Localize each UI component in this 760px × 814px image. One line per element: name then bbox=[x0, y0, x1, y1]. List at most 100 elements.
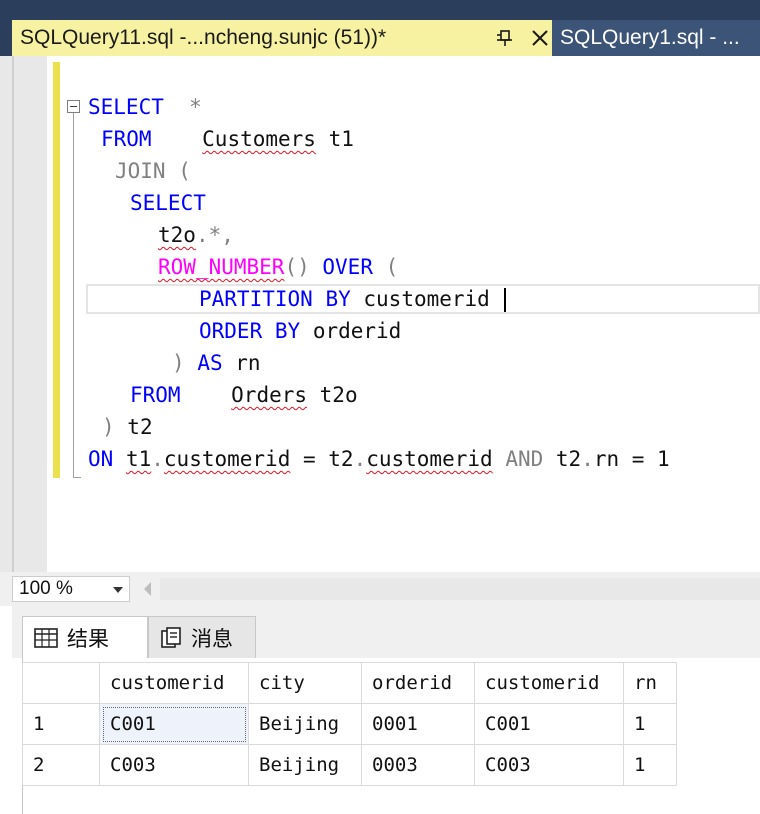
tab-messages[interactable]: 消息 bbox=[148, 616, 256, 658]
code-token: OVER bbox=[322, 255, 373, 279]
code-token: t2 bbox=[114, 415, 153, 439]
code-line-8: ORDER BY orderid bbox=[199, 315, 401, 347]
header-row: customerid city orderid customerid rn bbox=[22, 662, 677, 704]
code-token: t2 bbox=[543, 447, 582, 471]
grid-cell[interactable]: Beijing bbox=[248, 703, 362, 745]
code-token: () bbox=[284, 255, 310, 279]
column-header[interactable]: rn bbox=[623, 662, 677, 704]
code-token: JOIN bbox=[115, 159, 166, 183]
code-line-4: SELECT bbox=[130, 187, 206, 219]
code-token: AS bbox=[197, 351, 223, 375]
code-token: customerid bbox=[350, 287, 503, 311]
results-grid[interactable]: customerid city orderid customerid rn 1 … bbox=[12, 658, 760, 814]
code-token: Orders bbox=[231, 383, 308, 407]
table-row: 2 C003 Beijing 0003 C003 1 bbox=[22, 744, 677, 786]
column-header[interactable]: city bbox=[248, 662, 362, 704]
code-token: . bbox=[353, 447, 367, 471]
code-token: ORDER bbox=[199, 319, 263, 343]
code-token: PARTITION bbox=[199, 287, 313, 311]
chevron-down-icon bbox=[113, 587, 123, 593]
tab-results-label: 结果 bbox=[67, 626, 109, 651]
code-token: AND bbox=[505, 447, 544, 471]
tab-title: SQLQuery11.sql -...ncheng.sunjc (51))* bbox=[20, 26, 387, 49]
horizontal-scrollbar[interactable] bbox=[160, 578, 760, 600]
code-token: customerid bbox=[163, 447, 291, 471]
code-line-12: ON t1.customerid = t2.customerid AND t2.… bbox=[88, 443, 670, 475]
column-header[interactable]: customerid bbox=[99, 662, 249, 704]
code-token: ( bbox=[165, 159, 191, 183]
code-line-1: SELECT * bbox=[88, 91, 202, 123]
grid-cell[interactable]: 1 bbox=[623, 703, 677, 745]
grid-icon bbox=[34, 627, 58, 648]
grid-cell[interactable]: C001 bbox=[474, 703, 624, 745]
code-token: = t2 bbox=[290, 447, 354, 471]
code-token: * bbox=[163, 95, 202, 119]
zoom-dropdown[interactable]: 100 % bbox=[12, 576, 130, 602]
code-line-6: ROW_NUMBER() OVER ( bbox=[158, 251, 398, 283]
code-token: rn bbox=[222, 351, 261, 375]
code-token: FROM bbox=[130, 383, 181, 407]
zoom-value: 100 % bbox=[19, 578, 73, 599]
grid-cell[interactable]: 0003 bbox=[361, 744, 475, 786]
code-token: orderid bbox=[300, 319, 402, 343]
code-line-5: t2o.*, bbox=[158, 219, 234, 251]
code-token: Customers bbox=[202, 127, 316, 151]
row-number[interactable]: 1 bbox=[22, 703, 100, 745]
code-token: ROW_NUMBER bbox=[158, 255, 285, 279]
code-line-11: ) t2 bbox=[102, 411, 153, 443]
tab-results[interactable]: 结果 bbox=[22, 616, 148, 658]
code-line-7: PARTITION BY customerid bbox=[199, 283, 507, 315]
change-tracking-bar bbox=[53, 62, 60, 478]
messages-icon bbox=[161, 626, 181, 648]
text-caret bbox=[504, 288, 507, 312]
close-icon[interactable] bbox=[528, 26, 552, 50]
editor-gutter bbox=[0, 56, 47, 572]
outline-line bbox=[73, 113, 74, 478]
grid-cell[interactable]: C003 bbox=[99, 744, 249, 786]
code-line-9: ) AS rn bbox=[172, 347, 261, 379]
row-number[interactable]: 2 bbox=[22, 744, 100, 786]
code-token: t2o bbox=[307, 383, 358, 407]
code-token: t2o bbox=[158, 223, 196, 247]
column-header[interactable]: orderid bbox=[361, 662, 475, 704]
collapse-icon[interactable] bbox=[67, 100, 80, 113]
tab-sqlquery11[interactable]: SQLQuery11.sql -...ncheng.sunjc (51))* bbox=[12, 20, 552, 56]
code-token: SELECT bbox=[130, 191, 206, 215]
code-token: BY bbox=[274, 319, 301, 343]
corner-header[interactable] bbox=[22, 662, 100, 704]
code-token: rn = 1 bbox=[593, 447, 670, 471]
code-token: customerid bbox=[366, 447, 493, 471]
grid-cell[interactable]: C001 bbox=[99, 703, 249, 745]
code-token: ) bbox=[172, 351, 185, 375]
grid-cell[interactable]: C003 bbox=[474, 744, 624, 786]
code-token: . bbox=[581, 447, 594, 471]
code-token: ) bbox=[102, 415, 115, 439]
grid-cell[interactable]: 1 bbox=[623, 744, 677, 786]
column-header[interactable]: customerid bbox=[474, 662, 624, 704]
code-token: ( bbox=[372, 255, 399, 279]
zoom-bar: 100 % bbox=[0, 572, 760, 606]
tab-sqlquery1[interactable]: SQLQuery1.sql - ... bbox=[552, 20, 760, 56]
scroll-left-icon[interactable] bbox=[144, 582, 151, 596]
grid-cell[interactable]: Beijing bbox=[248, 744, 362, 786]
code-token: SELECT bbox=[88, 95, 164, 119]
code-line-10: FROM Orders t2o bbox=[130, 379, 358, 411]
code-line-2: FROM Customers t1 bbox=[101, 123, 354, 155]
pin-icon[interactable] bbox=[494, 26, 514, 50]
tab-title: SQLQuery1.sql - ... bbox=[560, 26, 740, 49]
grid-cell[interactable]: 0001 bbox=[361, 703, 475, 745]
code-token: t1 bbox=[125, 447, 152, 471]
query-editor[interactable]: SELECT * FROM Customers t1 JOIN ( SELECT… bbox=[0, 56, 760, 572]
tab-messages-label: 消息 bbox=[191, 626, 233, 651]
code-token: BY bbox=[325, 287, 351, 311]
code-token: ON bbox=[88, 447, 114, 471]
code-line-3: JOIN ( bbox=[115, 155, 191, 187]
